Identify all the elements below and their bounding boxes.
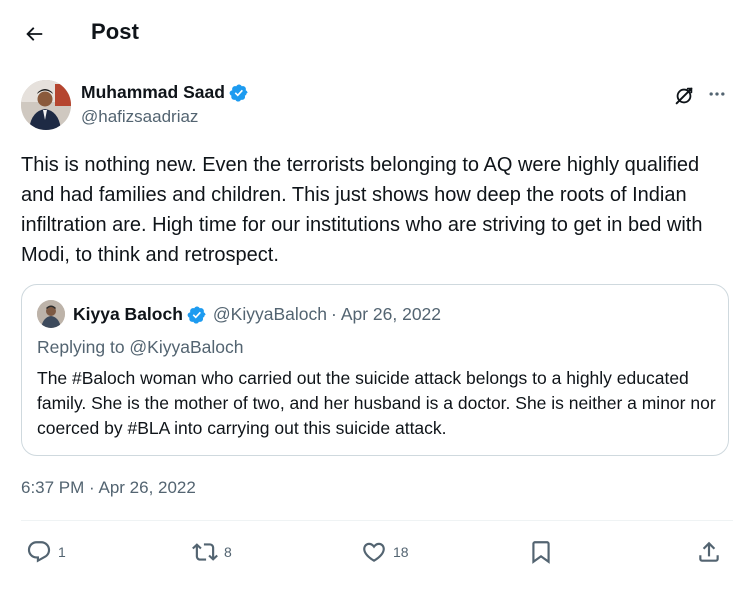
back-button[interactable] [14, 14, 54, 54]
quoted-text: The #Baloch woman who carried out the su… [37, 368, 716, 438]
more-options-button[interactable] [702, 82, 732, 106]
back-arrow-icon [26, 27, 43, 41]
share-icon [699, 541, 719, 562]
divider [21, 520, 733, 521]
author-avatar[interactable] [21, 80, 71, 130]
repost-count: 8 [224, 544, 232, 560]
replying-to[interactable]: Replying to @KiyyaBaloch [37, 337, 243, 358]
top-bar: Post [0, 0, 749, 66]
grok-button[interactable] [670, 82, 698, 110]
quoted-author-handle[interactable]: @KiyyaBaloch [213, 304, 327, 325]
like-icon [363, 542, 385, 562]
bookmark-button[interactable] [528, 535, 554, 569]
like-button[interactable]: 18 [361, 535, 409, 569]
quoted-author-avatar[interactable] [37, 300, 65, 328]
bookmark-icon [532, 541, 550, 564]
quoted-tweet[interactable]: Kiyya Baloch @KiyyaBaloch · Apr 26, 2022… [21, 284, 729, 456]
share-button[interactable] [696, 535, 722, 569]
verified-badge-icon [229, 83, 248, 102]
post-timestamp[interactable]: 6:37 PM · Apr 26, 2022 [21, 478, 196, 498]
quoted-date[interactable]: Apr 26, 2022 [341, 304, 441, 325]
more-icon [709, 92, 725, 96]
author-handle[interactable]: @hafizsaadriaz [81, 107, 198, 127]
author-name-row[interactable]: Muhammad Saad [81, 82, 249, 103]
reply-count: 1 [58, 544, 66, 560]
reply-icon [27, 541, 51, 563]
page-title: Post [91, 19, 140, 44]
grok-icon [675, 87, 693, 105]
repost-button[interactable]: 8 [192, 535, 232, 569]
verified-badge-icon [187, 305, 206, 324]
quoted-author-name[interactable]: Kiyya Baloch [73, 304, 183, 325]
quoted-header: Kiyya Baloch @KiyyaBaloch · Apr 26, 2022 [73, 304, 441, 325]
meta-separator: · [330, 304, 337, 324]
reply-button[interactable]: 1 [26, 535, 66, 569]
like-count: 18 [393, 544, 409, 560]
repost-icon [192, 543, 218, 561]
tweet-text: This is nothing new. Even the terrorists… [21, 154, 703, 266]
author-name[interactable]: Muhammad Saad [81, 82, 225, 103]
